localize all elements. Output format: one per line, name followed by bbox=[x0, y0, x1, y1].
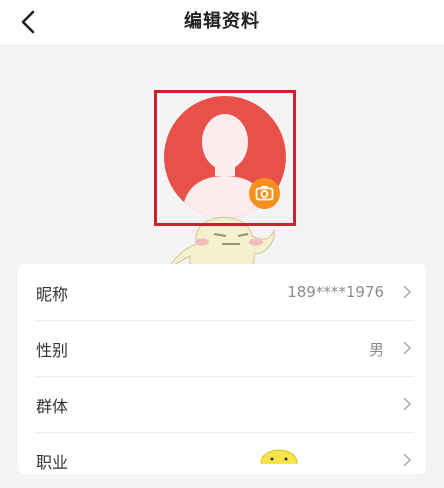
chevron-right-icon bbox=[403, 285, 412, 299]
gender-value: 男 bbox=[368, 341, 384, 359]
top-bar: 编辑资料 bbox=[0, 0, 444, 44]
group-row[interactable]: 群体 bbox=[18, 376, 426, 432]
chevron-right-icon bbox=[403, 341, 412, 355]
occupation-label: 职业 bbox=[36, 453, 69, 472]
gender-label: 性别 bbox=[36, 341, 69, 360]
chevron-right-icon bbox=[403, 453, 412, 467]
nickname-row[interactable]: 昵称 189****1976 bbox=[18, 264, 426, 320]
group-label: 群体 bbox=[36, 397, 69, 416]
camera-icon bbox=[249, 178, 280, 209]
nickname-value: 189****1976 bbox=[287, 283, 384, 301]
page-title: 编辑资料 bbox=[184, 11, 260, 32]
gender-row[interactable]: 性别 男 bbox=[18, 320, 426, 376]
occupation-row[interactable]: 职业 bbox=[18, 432, 426, 488]
profile-settings-list: 昵称 189****1976 性别 男 群体 职业 bbox=[18, 264, 426, 474]
nickname-label: 昵称 bbox=[36, 285, 69, 304]
change-avatar-button[interactable] bbox=[249, 178, 280, 209]
chevron-right-icon bbox=[403, 397, 412, 411]
mascot-peek-icon bbox=[260, 449, 298, 464]
